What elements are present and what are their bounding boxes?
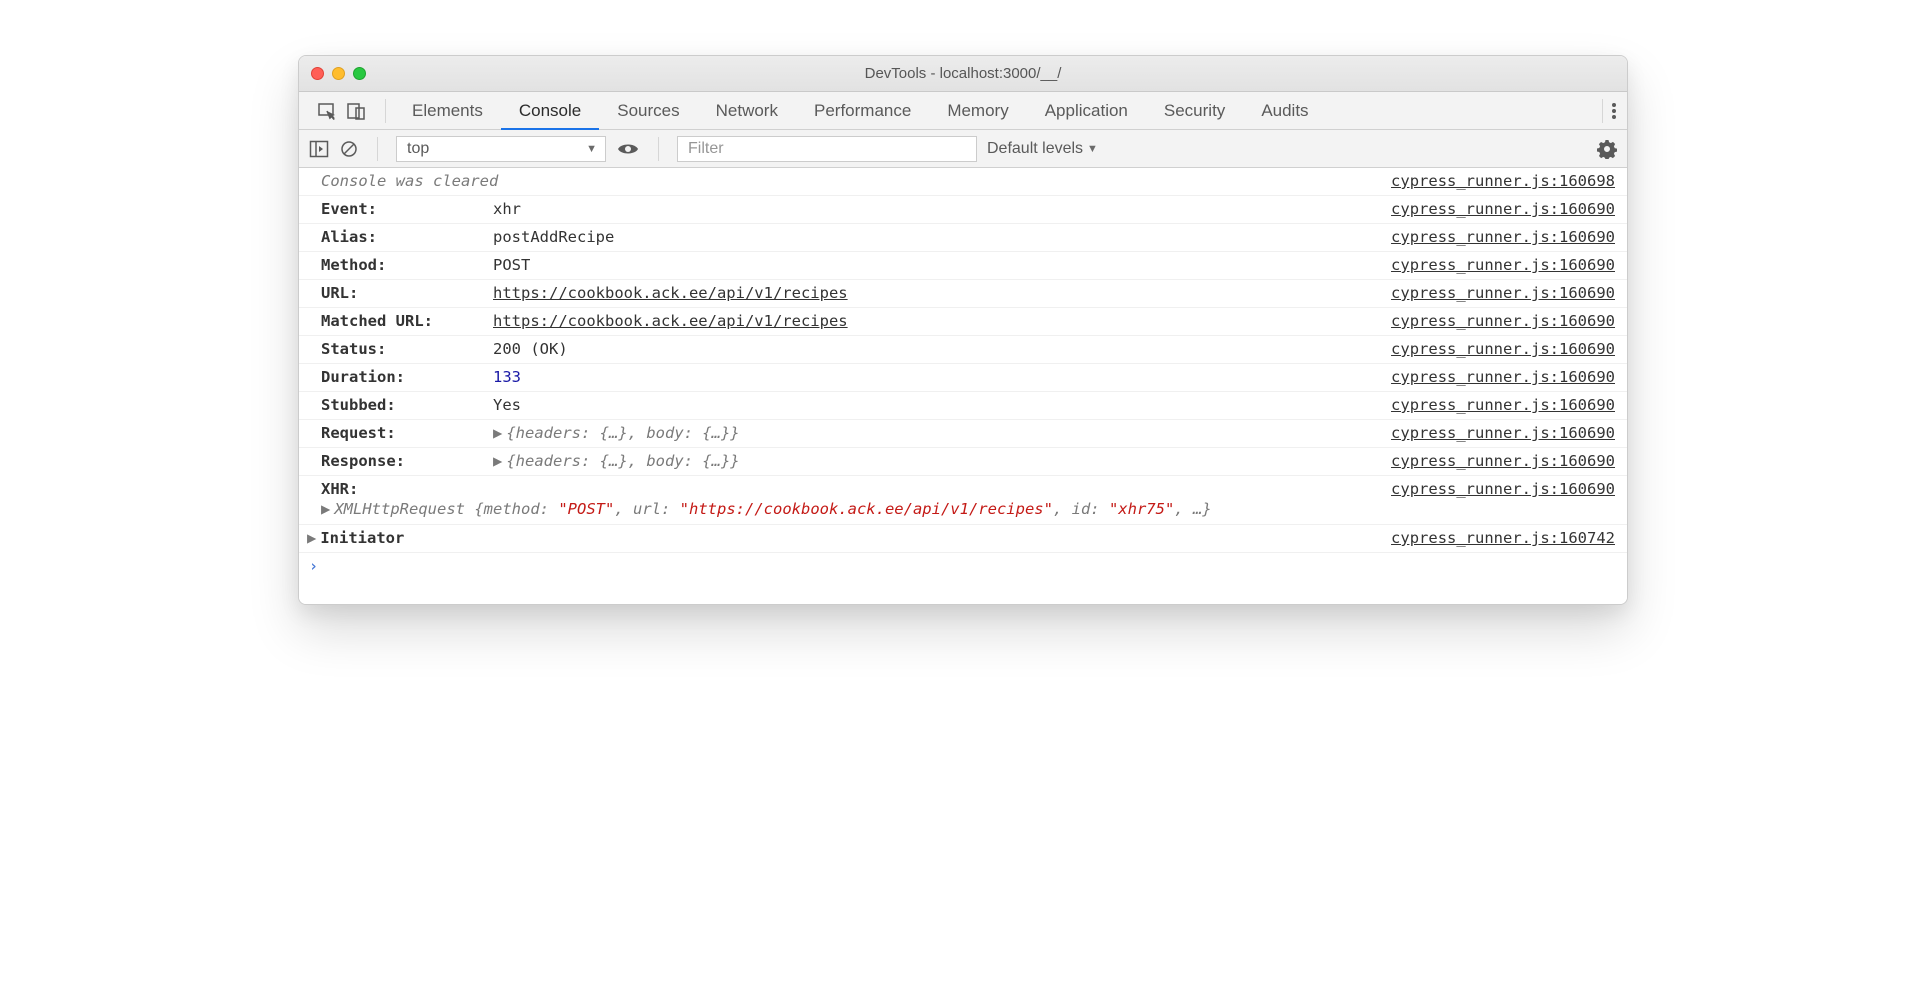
source-link[interactable]: cypress_runner.js:160698	[1391, 172, 1615, 190]
console-prompt: ›	[299, 553, 1627, 579]
console-row: URL: https://cookbook.ack.ee/api/v1/recip…	[299, 280, 1627, 308]
tab-network[interactable]: Network	[698, 92, 796, 129]
tab-audits[interactable]: Audits	[1243, 92, 1326, 129]
console-row: Status: 200 (OK)cypress_runner.js:160690	[299, 336, 1627, 364]
titlebar: DevTools - localhost:3000/__/	[299, 56, 1627, 92]
row-label: Stubbed:	[321, 396, 451, 414]
console-row: Matched URL: https://cookbook.ack.ee/api/…	[299, 308, 1627, 336]
expand-caret-icon: ▶	[307, 529, 316, 547]
source-link[interactable]: cypress_runner.js:160690	[1391, 312, 1615, 330]
filter-input[interactable]	[677, 136, 977, 162]
expand-caret-icon: ▶	[493, 424, 502, 442]
devtools-tabs: ElementsConsoleSourcesNetworkPerformance…	[299, 92, 1627, 130]
separator	[385, 99, 386, 123]
devtools-window: DevTools - localhost:3000/__/ ElementsCo…	[298, 55, 1628, 605]
console-row: Response: ▶{headers: {…}, body: {…}}cypre…	[299, 448, 1627, 476]
eye-icon[interactable]	[616, 140, 640, 158]
console-row-xhr: XHR: cypress_runner.js:160690 ▶XMLHttpRe…	[299, 476, 1627, 525]
log-levels-selector[interactable]: Default levels ▼	[987, 140, 1098, 158]
source-link[interactable]: cypress_runner.js:160690	[1391, 256, 1615, 274]
row-value[interactable]: ▶{headers: {…}, body: {…}}	[493, 452, 1391, 470]
tab-security[interactable]: Security	[1146, 92, 1243, 129]
source-link[interactable]: cypress_runner.js:160690	[1391, 396, 1615, 414]
context-selector[interactable]: top ▼	[396, 136, 606, 162]
chevron-down-icon: ▼	[1087, 143, 1098, 155]
clear-console-icon[interactable]	[339, 139, 359, 159]
row-label: Event:	[321, 200, 451, 218]
tab-sources[interactable]: Sources	[599, 92, 697, 129]
row-label: Request:	[321, 424, 451, 442]
source-link[interactable]: cypress_runner.js:160690	[1391, 340, 1615, 358]
sidebar-toggle-icon[interactable]	[309, 140, 329, 158]
row-label: Status:	[321, 340, 451, 358]
tab-application[interactable]: Application	[1027, 92, 1146, 129]
row-label: URL:	[321, 284, 451, 302]
source-link[interactable]: cypress_runner.js:160690	[1391, 452, 1615, 470]
separator	[1602, 99, 1603, 123]
row-label: XHR:	[321, 480, 451, 498]
console-row: Method: POSTcypress_runner.js:160690	[299, 252, 1627, 280]
console-row-initiator: ▶Initiator cypress_runner.js:160742	[299, 525, 1627, 553]
xhr-object-preview[interactable]: ▶XMLHttpRequest {method: "POST", url: "h…	[321, 500, 1615, 518]
console-row: Request: ▶{headers: {…}, body: {…}}cypres…	[299, 420, 1627, 448]
tab-elements[interactable]: Elements	[394, 92, 501, 129]
source-link[interactable]: cypress_runner.js:160690	[1391, 480, 1615, 498]
log-levels-label: Default levels	[987, 140, 1083, 158]
console-input[interactable]	[326, 557, 1617, 575]
inspect-icon[interactable]	[317, 102, 337, 120]
minimize-icon[interactable]	[332, 67, 345, 80]
row-value: 133	[493, 368, 1391, 386]
row-label: Response:	[321, 452, 451, 470]
traffic-lights	[311, 67, 366, 80]
console-row: Duration: 133cypress_runner.js:160690	[299, 364, 1627, 392]
settings-icon[interactable]	[1597, 139, 1617, 159]
more-icon[interactable]	[1611, 101, 1617, 121]
separator	[377, 137, 378, 161]
window-title: DevTools - localhost:3000/__/	[299, 65, 1627, 82]
prompt-caret-icon: ›	[309, 557, 318, 575]
tab-console[interactable]: Console	[501, 92, 599, 129]
context-label: top	[407, 140, 429, 158]
source-link[interactable]: cypress_runner.js:160690	[1391, 228, 1615, 246]
close-icon[interactable]	[311, 67, 324, 80]
row-value: postAddRecipe	[493, 228, 1391, 246]
row-value[interactable]: ▶{headers: {…}, body: {…}}	[493, 424, 1391, 442]
row-label: Method:	[321, 256, 451, 274]
row-label: Matched URL:	[321, 312, 451, 330]
row-label: Alias:	[321, 228, 451, 246]
row-value: xhr	[493, 200, 1391, 218]
row-value: POST	[493, 256, 1391, 274]
console-cleared-row: Console was cleared cypress_runner.js:16…	[299, 168, 1627, 196]
row-value: Yes	[493, 396, 1391, 414]
tab-memory[interactable]: Memory	[929, 92, 1026, 129]
expand-caret-icon[interactable]: ▶	[321, 500, 330, 518]
source-link[interactable]: cypress_runner.js:160690	[1391, 200, 1615, 218]
expand-caret-icon: ▶	[493, 452, 502, 470]
row-value[interactable]: https://cookbook.ack.ee/api/v1/recipes	[493, 284, 1391, 302]
console-output: Console was cleared cypress_runner.js:16…	[299, 168, 1627, 604]
tab-performance[interactable]: Performance	[796, 92, 929, 129]
console-row: Stubbed: Yescypress_runner.js:160690	[299, 392, 1627, 420]
console-row: Alias: postAddRecipecypress_runner.js:160…	[299, 224, 1627, 252]
cleared-text: Console was cleared	[321, 172, 498, 190]
device-toggle-icon[interactable]	[347, 102, 367, 120]
initiator-expand[interactable]: ▶Initiator	[307, 529, 404, 547]
source-link[interactable]: cypress_runner.js:160690	[1391, 424, 1615, 442]
source-link[interactable]: cypress_runner.js:160690	[1391, 284, 1615, 302]
row-value: 200 (OK)	[493, 340, 1391, 358]
separator	[658, 137, 659, 161]
row-label: Duration:	[321, 368, 451, 386]
console-row: Event: xhrcypress_runner.js:160690	[299, 196, 1627, 224]
chevron-down-icon: ▼	[586, 143, 597, 155]
row-value[interactable]: https://cookbook.ack.ee/api/v1/recipes	[493, 312, 1391, 330]
source-link[interactable]: cypress_runner.js:160690	[1391, 368, 1615, 386]
maximize-icon[interactable]	[353, 67, 366, 80]
console-toolbar: top ▼ Default levels ▼	[299, 130, 1627, 168]
source-link[interactable]: cypress_runner.js:160742	[1391, 529, 1615, 547]
